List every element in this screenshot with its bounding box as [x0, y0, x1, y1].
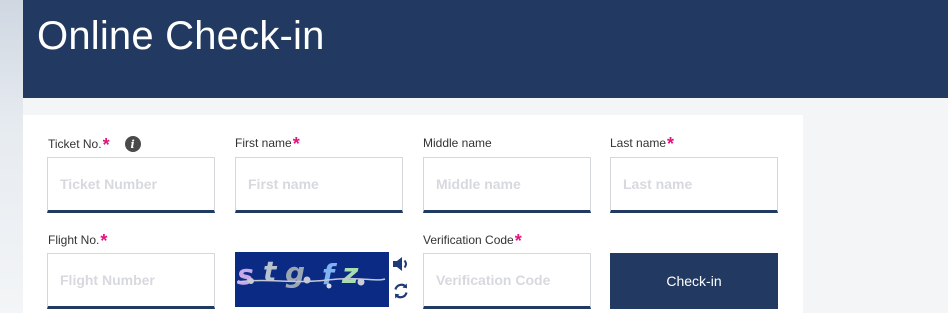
last-name-label: Last name * [610, 134, 675, 154]
ticket-no-label-text: Ticket No. [48, 137, 102, 151]
last-name-label-text: Last name [610, 136, 667, 150]
first-name-input[interactable] [235, 157, 403, 213]
middle-name-input[interactable] [423, 157, 591, 213]
ticket-number-input[interactable] [47, 157, 215, 213]
flight-number-input[interactable] [47, 253, 215, 309]
check-in-button[interactable]: Check-in [610, 253, 778, 309]
verification-code-label: Verification Code * [423, 231, 522, 251]
required-marker: * [514, 231, 522, 251]
captcha-char: t [263, 255, 278, 288]
middle-name-label-text: Middle name [423, 136, 492, 150]
required-marker: * [102, 135, 110, 155]
speaker-icon[interactable] [391, 254, 411, 274]
first-name-label-text: First name [235, 136, 292, 150]
captcha-char: s [237, 258, 254, 291]
required-marker: * [100, 231, 108, 251]
verification-code-label-text: Verification Code [423, 233, 514, 247]
flight-no-label-text: Flight No. [48, 233, 100, 247]
required-marker: * [667, 134, 675, 154]
flight-no-label: Flight No. * [48, 231, 108, 251]
first-name-label: First name * [235, 134, 300, 154]
middle-name-label: Middle name [423, 136, 492, 150]
captcha-char: z [341, 257, 359, 290]
ticket-no-label: Ticket No. * i [48, 135, 141, 155]
last-name-input[interactable] [610, 157, 778, 213]
captcha-image: s t g f z [235, 252, 389, 307]
verification-code-input[interactable] [423, 253, 591, 309]
info-icon[interactable]: i [124, 136, 141, 152]
required-marker: * [292, 134, 300, 154]
page-title: Online Check-in [37, 14, 325, 58]
background-image-edge [0, 0, 23, 313]
refresh-icon[interactable] [391, 281, 411, 301]
captcha-char: g [285, 256, 305, 289]
